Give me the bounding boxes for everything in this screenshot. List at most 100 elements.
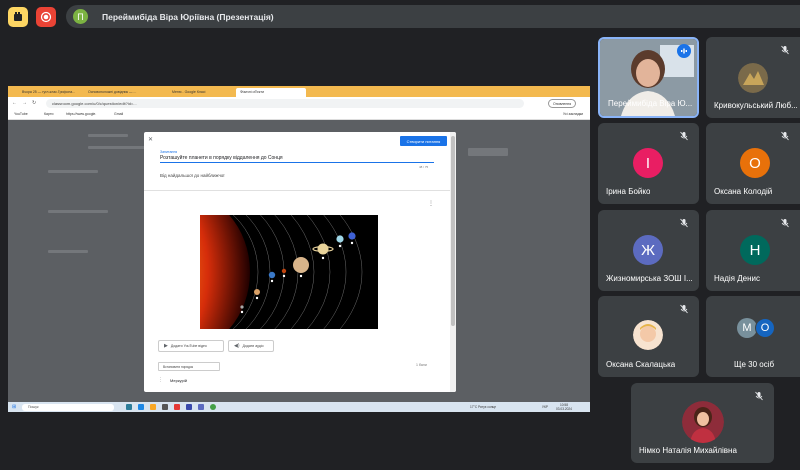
speaker-icon: ◀) [234,343,240,349]
task-view-icon[interactable] [126,404,132,410]
answer-option[interactable]: Меркурій [170,378,187,383]
background-line [88,134,128,137]
planet-uranus [336,235,344,243]
participant-tile-presenter[interactable]: Переймибіда Віра Ю... [598,37,699,118]
question-input[interactable]: Розташуйте планети в порядку віддалення … [160,155,434,163]
store-icon[interactable] [162,404,168,410]
participant-tile[interactable]: Кривокульський Люб... [706,37,800,118]
add-youtube-label: Додати YouTube відео [170,344,207,348]
chrome-icon[interactable] [210,404,216,410]
recording-button[interactable] [36,7,56,27]
mic-off-icon [677,302,691,316]
mic-off-icon [677,216,691,230]
participant-name: Ірина Бойко [606,187,651,196]
bookmark[interactable]: Карти [44,112,53,116]
bookmark[interactable]: Gmail [114,112,123,116]
drag-handle-icon[interactable]: ⋮ [158,377,163,383]
participant-name: Жизномирська ЗОШ І... [606,274,693,283]
avatar: М [737,318,757,338]
bookmark[interactable]: YouTube [14,112,28,116]
avatar [682,401,724,443]
taskbar-search[interactable]: Пошук [22,403,114,411]
raise-hand-button[interactable] [8,7,28,27]
background-line [48,250,88,253]
avatar: Н [740,235,770,265]
background-line [88,146,148,149]
participant-tile[interactable]: Н Надія Денис [706,210,800,291]
update-button[interactable]: Оновлення [548,99,577,108]
planet-jupiter [293,257,309,273]
avatar: Ж [633,235,663,265]
add-audio-button[interactable]: ◀) Додати аудіо [228,340,274,352]
app-icon[interactable] [198,404,204,410]
browser-tab-active[interactable]: Фізичні об'єкти [236,88,306,97]
windows-taskbar: ⊞ Пошук 17°C Рятує сонце УКР 10:58 03.03… [8,402,590,412]
mic-off-icon [778,216,792,230]
participant-tile[interactable]: Оксана Скалацька [598,296,699,377]
mic-off-icon [778,129,792,143]
windows-start-icon[interactable]: ⊞ [12,404,16,410]
bookmark[interactable]: Усі закладки [563,112,583,116]
planet-venus [254,289,260,295]
close-icon[interactable]: ✕ [148,136,153,143]
browser-tab[interactable]: Вчора 25 — гугл-клас.Грифона... [18,88,80,97]
language-indicator[interactable]: УКР [542,405,548,409]
browser-tab[interactable]: Меню - Google Класі [168,88,226,97]
presenter-avatar: П [73,9,88,24]
mic-off-icon [778,43,792,57]
avatar: О [755,318,775,338]
solar-system-image [200,215,378,329]
record-icon [40,11,52,23]
answer-type-dropdown[interactable]: Встановити порядок [158,362,220,371]
score-field[interactable]: 1 бали [416,363,427,367]
solar-system-illustration [200,215,378,329]
participant-tile[interactable]: Німко Наталія Михайлівна [631,383,774,463]
address-bar[interactable]: classroom.google.com/u/0/c/question/edit… [46,99,524,108]
divider [144,190,450,191]
participant-name: Німко Наталія Михайлівна [639,446,737,455]
question-label: Запитання [160,150,178,154]
participant-name: Оксана Колодій [714,187,773,196]
avatar [738,63,768,93]
edge-icon[interactable] [138,404,144,410]
hand-icon [14,12,22,21]
forward-icon[interactable]: → [22,100,27,106]
dialog-scrollbar[interactable] [450,132,456,392]
add-youtube-video-button[interactable]: ▶ Додати YouTube відео [158,340,224,352]
participant-tile[interactable]: І Ірина Бойко [598,123,699,204]
browser-tab[interactable]: Основоположні довідник — ... [84,88,144,97]
explorer-icon[interactable] [150,404,156,410]
participant-name: Надія Денис [714,274,760,283]
presentation-banner[interactable]: П Переймибіда Віра Юріївна (Презентація) [66,5,800,28]
opera-icon[interactable] [174,404,180,410]
question-editor-dialog: ✕ Створити питання Запитання Розташуйте … [144,132,456,392]
planet-neptune [348,232,356,240]
reload-icon[interactable]: ↻ [32,100,36,106]
app-icon[interactable] [186,404,192,410]
more-participants-tile[interactable]: М О Ще 30 осіб [706,296,800,377]
background-line [468,148,508,156]
question-hint[interactable]: Від найдальшої до найближчої [160,173,225,178]
planet-mercury [240,305,244,309]
participant-tile[interactable]: О Оксана Колодій [706,123,800,204]
participant-tile[interactable]: Ж Жизномирська ЗОШ І... [598,210,699,291]
more-options-icon[interactable]: ⋮ [428,200,434,207]
planet-saturn [317,243,329,255]
scroll-thumb[interactable] [451,136,455,326]
clock-time[interactable]: 10:58 [560,403,568,407]
youtube-icon: ▶ [164,343,168,349]
bookmark[interactable]: https://www.google. [66,112,96,116]
speaking-indicator-icon [677,44,691,58]
address-row: ← → ↻ classroom.google.com/u/0/c/questio… [8,97,590,110]
weather-status[interactable]: 17°C Рятує сонце [470,405,496,409]
create-question-button[interactable]: Створити питання [400,136,447,146]
mic-off-icon [752,389,766,403]
more-participants-label: Ще 30 осіб [734,360,775,369]
avatar: І [633,148,663,178]
mic-off-icon [677,129,691,143]
back-icon[interactable]: ← [12,100,17,106]
top-bar: П Переймибіда Віра Юріївна (Презентація) [0,0,800,32]
clock-date[interactable]: 03.03.2024 [556,407,572,411]
participant-name: Переймибіда Віра Ю... [608,99,693,108]
avatar [633,320,663,350]
